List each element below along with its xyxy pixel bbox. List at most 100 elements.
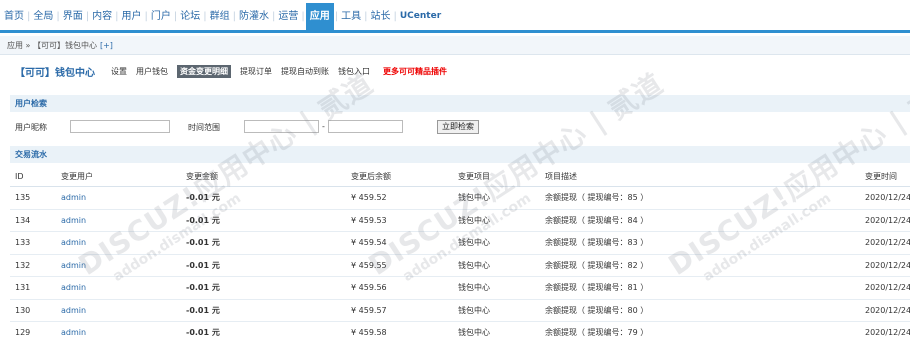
nav-item-5[interactable]: 门户 — [149, 3, 173, 30]
cell-desc: 余额提现（ 提现编号：79 ） — [545, 328, 649, 337]
cell-time: 2020/12/24 — [865, 260, 910, 270]
cell-amount: -0.01 元 — [186, 215, 220, 225]
cell-balance: ¥ 459.53 — [351, 215, 387, 225]
cell-user[interactable]: admin — [61, 210, 86, 232]
cell-desc: 余额提现（ 提现编号：85 ） — [545, 193, 649, 202]
table-row: 135 admin -0.01 元 ¥ 459.52 钱包中心 余额提现（ 提现编号：85… — [10, 187, 910, 210]
tab-settings[interactable]: 设置 — [111, 66, 127, 77]
cell-id: 135 — [15, 193, 31, 202]
breadcrumb-add-button[interactable]: [+] — [100, 41, 113, 50]
cell-desc: 余额提现（ 提现编号：83 ） — [545, 238, 649, 247]
cell-item: 钱包中心 — [458, 260, 490, 270]
cell-user[interactable]: admin — [61, 232, 86, 254]
nav-item-8[interactable]: 防灌水 — [237, 3, 271, 30]
time-from-input[interactable] — [244, 120, 319, 133]
cell-desc: 余额提现（ 提现编号：82 ） — [545, 260, 649, 270]
nav-item-11[interactable]: 工具 — [339, 3, 363, 30]
cell-time: 2020/12/24 — [865, 238, 910, 247]
col-time: 变更时间 — [865, 172, 897, 181]
table-row: 129 admin -0.01 元 ¥ 459.58 钱包中心 余额提现（ 提现编号：79… — [10, 322, 910, 339]
table-row: 132 admin -0.01 元 ¥ 459.55 钱包中心 余额提现（ 提现编号：82… — [10, 255, 910, 277]
table-row: 133 admin -0.01 元 ¥ 459.54 钱包中心 余额提现（ 提现编号：83… — [10, 232, 910, 255]
col-amount: 变更金额 — [186, 172, 218, 181]
cell-time: 2020/12/24 — [865, 305, 910, 315]
nav-item-4[interactable]: 用户 — [120, 3, 144, 30]
col-id: ID — [15, 172, 24, 181]
nav-item-6[interactable]: 论坛 — [178, 3, 202, 30]
cell-id: 132 — [15, 260, 31, 270]
cell-item: 钱包中心 — [458, 238, 490, 247]
search-button[interactable]: 立即检索 — [437, 120, 479, 134]
cell-user[interactable]: admin — [61, 277, 86, 299]
cell-balance: ¥ 459.52 — [351, 193, 387, 202]
cell-desc: 余额提现（ 提现编号：84 ） — [545, 215, 649, 225]
nav-item-2[interactable]: 界面 — [61, 3, 85, 30]
cell-time: 2020/12/24 — [865, 193, 910, 202]
table-row: 131 admin -0.01 元 ¥ 459.56 钱包中心 余额提现（ 提现编号：81… — [10, 277, 910, 300]
plugin-title: 【可可】钱包中心 — [15, 67, 95, 79]
time-range-label: 时间范围 — [188, 123, 220, 132]
breadcrumb: 应用 » 【可可】钱包中心 [+] — [0, 36, 910, 55]
cell-id: 130 — [15, 305, 31, 315]
search-form: 用户昵称 时间范围 - 立即检索 — [15, 120, 895, 134]
cell-amount: -0.01 元 — [186, 260, 220, 270]
cell-item: 钱包中心 — [458, 215, 490, 225]
cell-user[interactable]: admin — [61, 255, 86, 277]
transaction-table: ID 变更用户 变更金额 变更后余额 变更项目 项目描述 变更时间 135 adm… — [10, 166, 910, 339]
nav-item-12[interactable]: 站长 — [369, 3, 393, 30]
cell-desc: 余额提现（ 提现编号：80 ） — [545, 305, 649, 315]
col-user: 变更用户 — [61, 172, 93, 181]
top-nav: 首页 | 全局 | 界面 | 内容 | 用户 | 门户 | 论坛 | 群组 | 防灌水 | 运营 | 应用 | 工具 | 站长 |… — [0, 0, 910, 33]
nav-item-0[interactable]: 首页 — [2, 3, 26, 30]
tab-user-wallet[interactable]: 用户钱包 — [136, 66, 168, 77]
col-description: 项目描述 — [545, 172, 577, 181]
col-balance: 变更后余额 — [351, 172, 391, 181]
cell-user[interactable]: admin — [61, 187, 86, 209]
nav-item-3[interactable]: 内容 — [90, 3, 114, 30]
range-separator: - — [322, 122, 325, 131]
tab-withdraw-orders[interactable]: 提现订单 — [240, 66, 272, 77]
table-row: 130 admin -0.01 元 ¥ 459.57 钱包中心 余额提现（ 提现编号：80… — [10, 300, 910, 322]
cell-balance: ¥ 459.58 — [351, 328, 387, 337]
nickname-input[interactable] — [70, 120, 170, 133]
nav-item-7[interactable]: 群组 — [208, 3, 232, 30]
nav-item-1[interactable]: 全局 — [31, 3, 55, 30]
nav-item-10[interactable]: 应用 — [305, 3, 334, 30]
cell-amount: -0.01 元 — [186, 238, 220, 247]
plugin-subnav: 【可可】钱包中心 设置 用户钱包 资金变更明细 提现订单 提现自动到账 钱包入口… — [0, 62, 456, 80]
nickname-label: 用户昵称 — [15, 123, 47, 132]
cell-amount: -0.01 元 — [186, 328, 220, 337]
tab-wallet-entry[interactable]: 钱包入口 — [338, 66, 370, 77]
cell-id: 134 — [15, 215, 31, 225]
cell-amount: -0.01 元 — [186, 305, 220, 315]
cell-balance: ¥ 459.54 — [351, 238, 387, 247]
cell-time: 2020/12/24 — [865, 328, 910, 337]
cell-item: 钱包中心 — [458, 283, 490, 292]
cell-user[interactable]: admin — [61, 300, 86, 322]
cell-item: 钱包中心 — [458, 328, 490, 337]
cell-balance: ¥ 459.56 — [351, 283, 387, 292]
more-plugins-link[interactable]: 更多可可精品插件 — [383, 66, 447, 77]
cell-item: 钱包中心 — [458, 305, 490, 315]
tab-fund-details[interactable]: 资金变更明细 — [177, 64, 231, 78]
cell-time: 2020/12/24 — [865, 215, 910, 225]
cell-time: 2020/12/24 — [865, 283, 910, 292]
cell-balance: ¥ 459.57 — [351, 305, 387, 315]
tab-auto-withdraw[interactable]: 提现自动到账 — [281, 66, 329, 77]
cell-id: 131 — [15, 283, 31, 292]
cell-amount: -0.01 元 — [186, 283, 220, 292]
cell-user[interactable]: admin — [61, 322, 86, 339]
table-row: 134 admin -0.01 元 ¥ 459.53 钱包中心 余额提现（ 提现编号：84… — [10, 210, 910, 232]
section-transaction-flow: 交易流水 — [10, 146, 910, 163]
cell-balance: ¥ 459.55 — [351, 260, 387, 270]
cell-id: 129 — [15, 328, 31, 337]
cell-id: 133 — [15, 238, 31, 247]
col-item: 变更项目 — [458, 172, 490, 181]
time-to-input[interactable] — [328, 120, 403, 133]
nav-item-13[interactable]: UCenter — [398, 3, 443, 30]
cell-amount: -0.01 元 — [186, 193, 220, 202]
nav-item-9[interactable]: 运营 — [276, 3, 300, 30]
table-header: ID 变更用户 变更金额 变更后余额 变更项目 项目描述 变更时间 — [10, 166, 910, 187]
section-user-search: 用户检索 — [10, 95, 910, 112]
breadcrumb-text: 应用 » 【可可】钱包中心 — [7, 41, 97, 50]
